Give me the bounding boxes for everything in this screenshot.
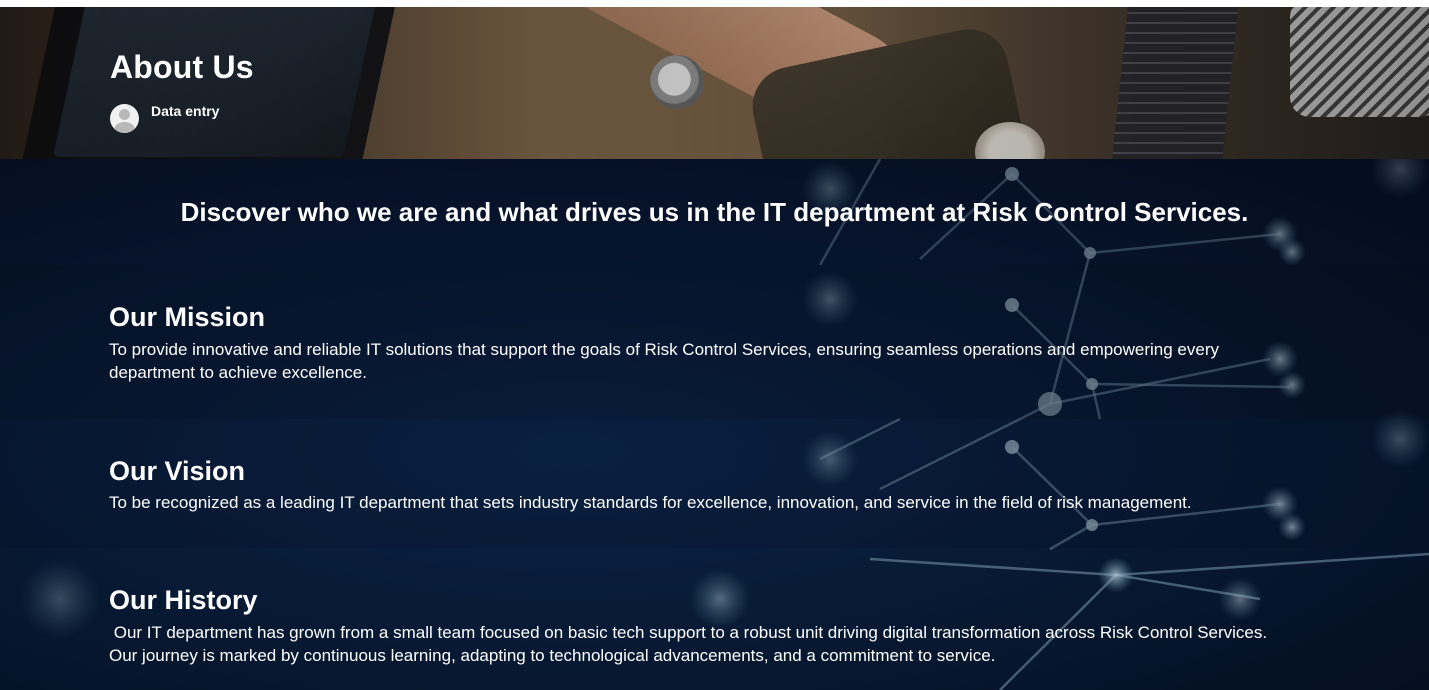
hero-banner: About Us Data entry [0, 7, 1429, 159]
history-text: Our IT department has grown from a small… [109, 623, 1272, 665]
vision-text: To be recognized as a leading IT departm… [109, 493, 1192, 512]
author-info: Data entry [110, 103, 219, 133]
mission-text: To provide innovative and reliable IT so… [109, 340, 1220, 382]
tagline: Discover who we are and what drives us i… [180, 197, 1249, 227]
page-title: About Us [110, 49, 254, 85]
top-strip [0, 0, 1429, 7]
vision-heading: Our Vision [109, 456, 246, 486]
mission-heading: Our Mission [109, 302, 266, 332]
avatar-icon[interactable] [110, 104, 139, 133]
history-heading: Our History [109, 585, 258, 615]
page: About Us Data entry Discover who we are … [0, 0, 1429, 690]
history-band [0, 548, 1429, 690]
author-name[interactable]: Data entry [151, 103, 219, 119]
